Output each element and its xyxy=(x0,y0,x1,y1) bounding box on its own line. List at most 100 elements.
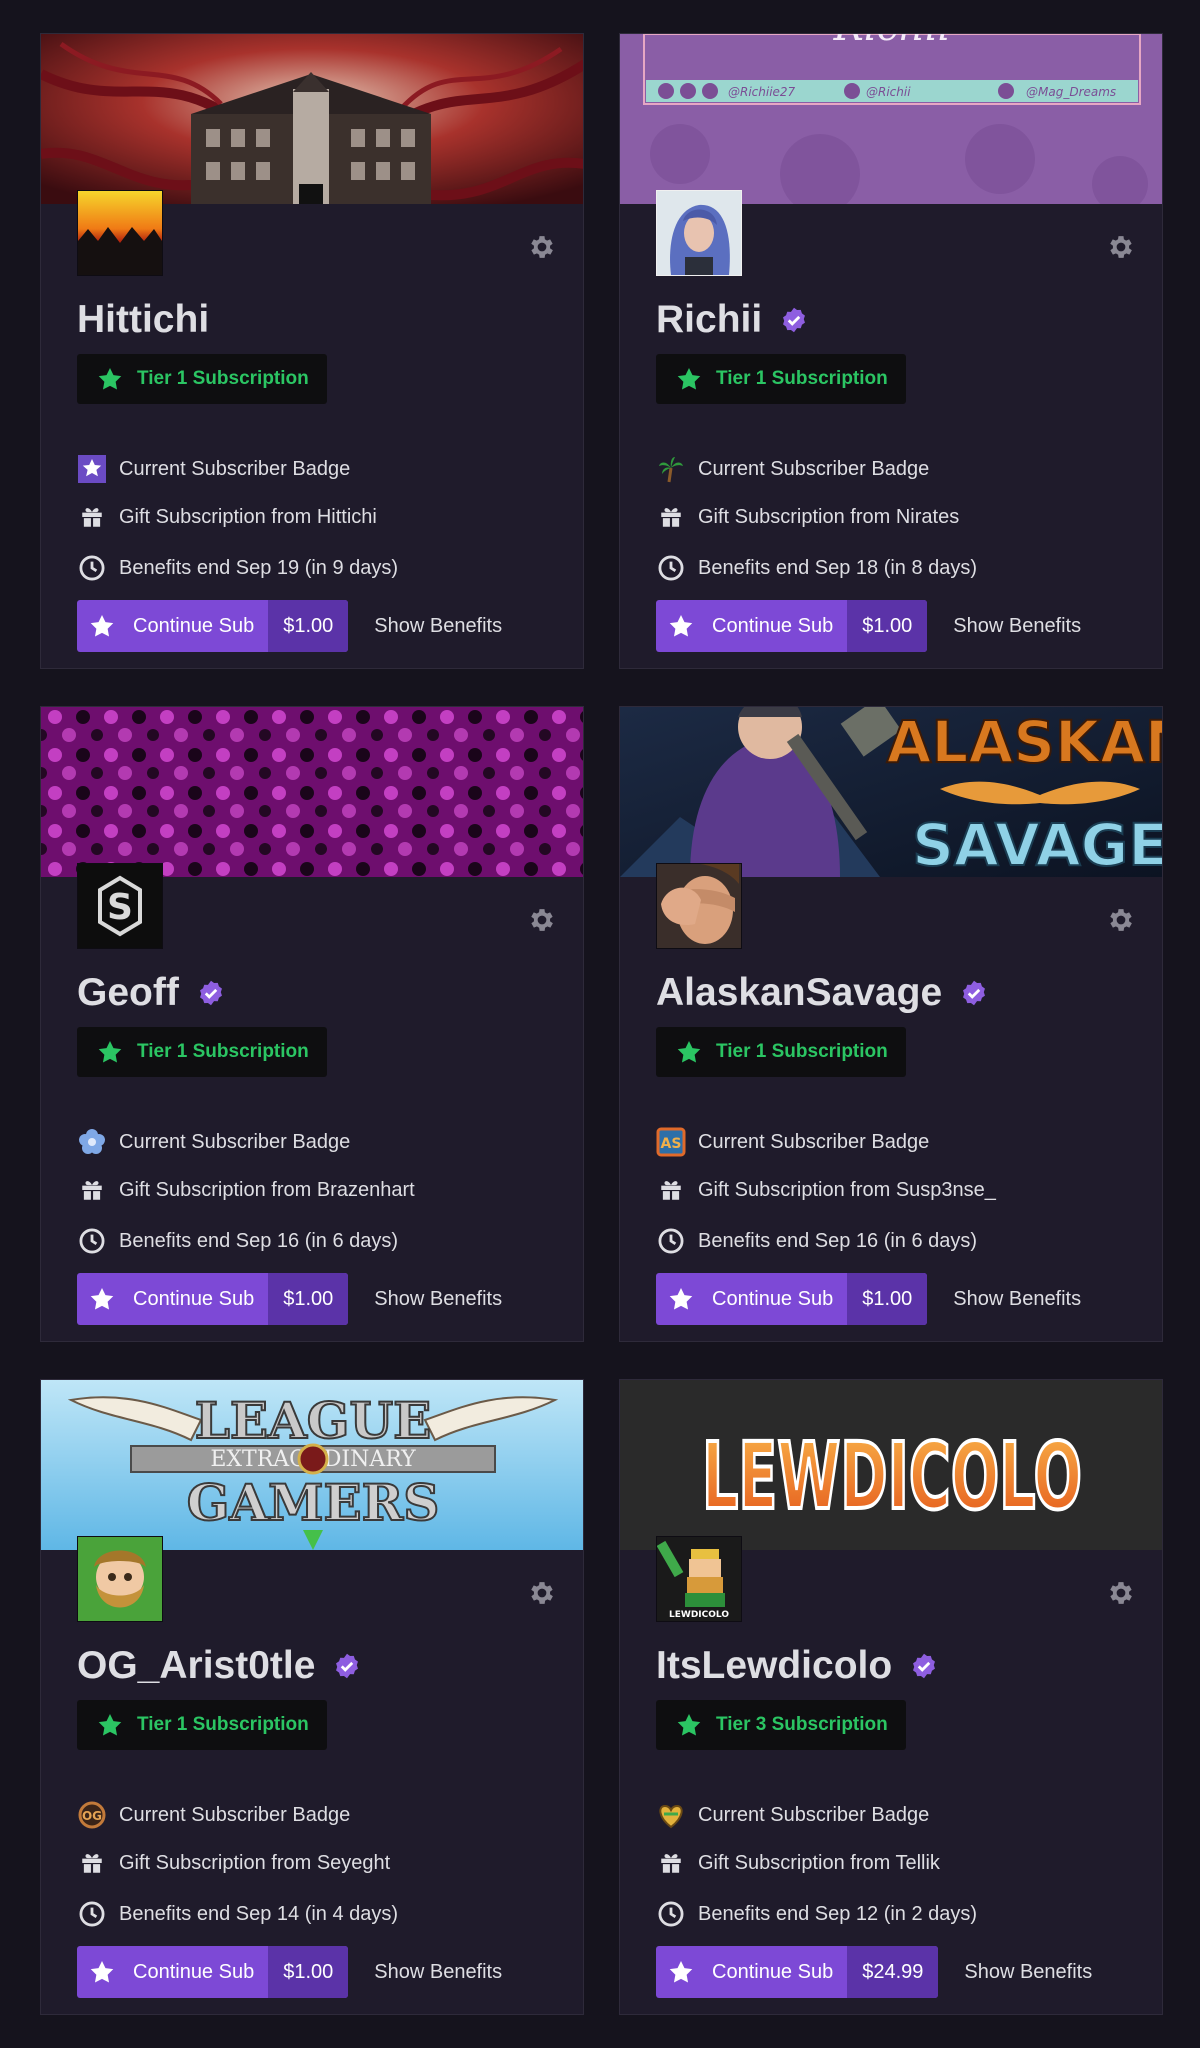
channel-name[interactable]: Richii xyxy=(656,292,808,348)
svg-text:AS: AS xyxy=(661,1136,682,1152)
subscriber-badge-row: Current Subscriber Badge xyxy=(656,1800,929,1830)
as-badge-icon: AS xyxy=(656,1127,686,1157)
gear-icon[interactable] xyxy=(1106,232,1136,262)
continue-sub-button[interactable]: Continue Sub $24.99 xyxy=(656,1946,939,1998)
star-icon xyxy=(669,1287,693,1310)
subscriber-badge-row: Current Subscriber Badge xyxy=(656,454,929,484)
show-benefits-link[interactable]: Show Benefits xyxy=(953,615,1081,638)
gear-icon[interactable] xyxy=(1106,1578,1136,1608)
card-actions: Continue Sub $1.00 Show Benefits xyxy=(77,1273,502,1325)
star-icon xyxy=(677,1713,701,1736)
subscriber-badge-row: Current Subscriber Badge xyxy=(77,454,350,484)
sub-price[interactable]: $1.00 xyxy=(268,600,349,652)
subscription-card-og-arist0tle: LEAGUE EXTRAORDINARY GAMERS OG_Arist0tle xyxy=(40,1379,584,2015)
card-actions: Continue Sub $1.00 Show Benefits xyxy=(77,1946,502,1998)
gift-icon xyxy=(77,502,107,532)
subscriber-badge-row: OG Current Subscriber Badge xyxy=(77,1800,350,1830)
sub-price[interactable]: $1.00 xyxy=(847,600,928,652)
avatar[interactable] xyxy=(656,190,742,276)
verified-badge-icon xyxy=(963,980,986,1006)
channel-banner: LEWDICOLO xyxy=(620,1380,1162,1550)
gift-icon xyxy=(656,1848,686,1878)
clock-icon xyxy=(656,1899,686,1929)
gift-icon xyxy=(77,1848,107,1878)
svg-text:LEAGUE: LEAGUE xyxy=(195,1391,431,1450)
sub-price[interactable]: $1.00 xyxy=(268,1273,349,1325)
clock-icon xyxy=(656,553,686,583)
subscriber-badge-icon xyxy=(77,454,107,484)
subscription-card-itslewdicolo: LEWDICOLO LEWDICOLO ItsLewdicolo Tier 3 … xyxy=(619,1379,1163,2015)
continue-sub-button[interactable]: Continue Sub $1.00 xyxy=(77,1946,349,1998)
gift-icon xyxy=(656,1175,686,1205)
sub-price[interactable]: $1.00 xyxy=(268,1946,349,1998)
svg-text:LEWDICOLO: LEWDICOLO xyxy=(669,1610,729,1620)
verified-badge-icon xyxy=(199,980,222,1006)
channel-name[interactable]: Geoff xyxy=(77,965,225,1021)
gift-icon xyxy=(656,502,686,532)
sub-price[interactable]: $1.00 xyxy=(847,1273,928,1325)
star-icon xyxy=(90,614,114,637)
verified-badge-icon xyxy=(783,307,806,333)
tier-label: Tier 1 Subscription xyxy=(77,354,327,404)
gear-icon[interactable] xyxy=(527,232,557,262)
continue-sub-button[interactable]: Continue Sub $1.00 xyxy=(656,600,928,652)
star-icon xyxy=(98,1040,122,1063)
benefits-end-row: Benefits end Sep 19 (in 9 days) xyxy=(77,553,398,583)
clock-icon xyxy=(77,1899,107,1929)
channel-banner: LEAGUE EXTRAORDINARY GAMERS xyxy=(41,1380,583,1550)
star-icon xyxy=(677,1040,701,1063)
svg-text:@Richiie27: @Richiie27 xyxy=(728,85,796,99)
card-actions: Continue Sub $24.99 Show Benefits xyxy=(656,1946,1092,1998)
star-icon xyxy=(90,1287,114,1310)
avatar[interactable] xyxy=(77,1536,163,1622)
avatar[interactable]: S xyxy=(77,863,163,949)
benefits-end-row: Benefits end Sep 16 (in 6 days) xyxy=(77,1226,398,1256)
svg-text:Richii: Richii xyxy=(833,34,951,50)
benefits-end-row: Benefits end Sep 18 (in 8 days) xyxy=(656,553,977,583)
sub-price[interactable]: $24.99 xyxy=(847,1946,939,1998)
show-benefits-link[interactable]: Show Benefits xyxy=(374,1961,502,1984)
avatar[interactable]: LEWDICOLO xyxy=(656,1536,742,1622)
gear-icon[interactable] xyxy=(527,905,557,935)
clock-icon xyxy=(77,553,107,583)
benefits-end-row: Benefits end Sep 16 (in 6 days) xyxy=(656,1226,977,1256)
show-benefits-link[interactable]: Show Benefits xyxy=(374,615,502,638)
channel-name[interactable]: AlaskanSavage xyxy=(656,965,988,1021)
card-actions: Continue Sub $1.00 Show Benefits xyxy=(656,1273,1081,1325)
channel-name[interactable]: Hittichi xyxy=(77,292,209,348)
svg-text:S: S xyxy=(107,887,133,928)
gear-icon[interactable] xyxy=(527,1578,557,1608)
subscription-card-hittichi: Hittichi Tier 1 Subscription Current Sub… xyxy=(40,33,584,669)
show-benefits-link[interactable]: Show Benefits xyxy=(964,1961,1092,1984)
channel-banner xyxy=(41,707,583,877)
benefits-end-row: Benefits end Sep 12 (in 2 days) xyxy=(656,1899,977,1929)
channel-name[interactable]: OG_Arist0tle xyxy=(77,1638,361,1694)
channel-name[interactable]: ItsLewdicolo xyxy=(656,1638,938,1694)
avatar[interactable] xyxy=(656,863,742,949)
clock-icon xyxy=(656,1226,686,1256)
svg-text:@Mag_Dreams: @Mag_Dreams xyxy=(1026,85,1116,99)
continue-sub-button[interactable]: Continue Sub $1.00 xyxy=(77,1273,349,1325)
avatar[interactable] xyxy=(77,190,163,276)
clock-icon xyxy=(77,1226,107,1256)
palm-tree-badge-icon xyxy=(656,454,686,484)
subscriber-badge-row: Current Subscriber Badge xyxy=(77,1127,350,1157)
og-badge-icon: OG xyxy=(77,1800,107,1830)
gift-row: Gift Subscription from Tellik xyxy=(656,1848,940,1878)
star-icon xyxy=(669,1960,693,1983)
show-benefits-link[interactable]: Show Benefits xyxy=(953,1288,1081,1311)
tier-label: Tier 1 Subscription xyxy=(656,1027,906,1077)
gift-row: Gift Subscription from Susp3nse_ xyxy=(656,1175,996,1205)
continue-sub-button[interactable]: Continue Sub $1.00 xyxy=(77,600,349,652)
gear-icon[interactable] xyxy=(1106,905,1136,935)
svg-text:OG: OG xyxy=(82,1809,102,1823)
tier-label: Tier 1 Subscription xyxy=(656,354,906,404)
tier-label: Tier 1 Subscription xyxy=(77,1700,327,1750)
subscription-card-alaskansavage: ALASKAN SAVAGE AlaskanSavage Tier 1 Subs… xyxy=(619,706,1163,1342)
channel-banner: ALASKAN SAVAGE xyxy=(620,707,1162,877)
star-icon xyxy=(669,614,693,637)
show-benefits-link[interactable]: Show Benefits xyxy=(374,1288,502,1311)
continue-sub-button[interactable]: Continue Sub $1.00 xyxy=(656,1273,928,1325)
star-icon xyxy=(98,367,122,390)
star-icon xyxy=(90,1960,114,1983)
